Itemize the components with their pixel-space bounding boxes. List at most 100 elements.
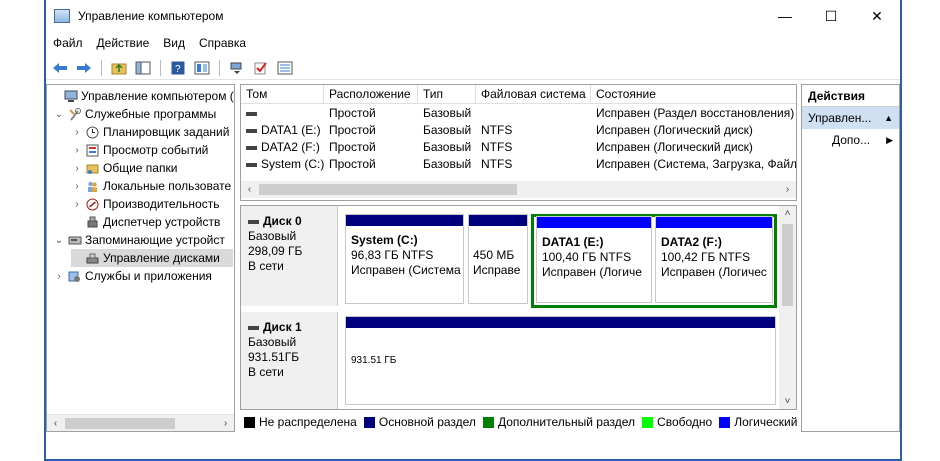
volume-icon — [246, 111, 257, 116]
show-hide-tree-icon[interactable] — [133, 59, 153, 77]
tree-item-device-manager[interactable]: Диспетчер устройств — [71, 213, 220, 231]
tree-item-services-apps[interactable]: › Службы и приложения — [53, 267, 212, 285]
svg-text:?: ? — [175, 64, 181, 75]
tree-item-event-viewer[interactable]: › Просмотр событий — [71, 141, 208, 159]
partition-title: System (C:) — [351, 233, 418, 247]
actions-disk-management[interactable]: Управлен... ▲ — [802, 107, 899, 129]
layout-cell: Простой — [329, 157, 376, 171]
disk-icon — [248, 325, 259, 330]
tree-expander[interactable]: › — [71, 163, 83, 174]
partition-size: 100,40 ГБ NTFS — [542, 250, 632, 264]
partition-system-c[interactable]: System (C:) 96,83 ГБ NTFS Исправен (Сист… — [345, 214, 464, 304]
tree-expander[interactable]: › — [71, 145, 83, 156]
legend-item-unallocated: Не распределена — [244, 415, 357, 429]
column-layout[interactable]: Расположение — [324, 85, 418, 104]
collapse-up-icon[interactable]: ▲ — [884, 107, 893, 129]
tree-expander[interactable]: › — [71, 127, 83, 138]
column-status[interactable]: Состояние — [591, 85, 796, 104]
device-manager-icon — [85, 215, 100, 229]
legend-label: Свободно — [657, 415, 713, 429]
toolbar: ? — [46, 56, 900, 80]
disk-name: Диск 1 — [248, 320, 337, 335]
scroll-left-icon[interactable]: ‹ — [47, 418, 64, 429]
actions-more-actions[interactable]: Допо... ▶ — [802, 129, 899, 151]
menu-file[interactable]: Файл — [46, 36, 90, 50]
menu-view[interactable]: Вид — [156, 36, 192, 50]
properties-icon[interactable] — [192, 59, 212, 77]
scroll-thumb[interactable] — [782, 224, 793, 306]
partition-text: System (C:) 96,83 ГБ NTFS Исправен (Сист… — [351, 233, 461, 278]
partition-disk1[interactable]: 931.51 ГБ — [345, 316, 776, 405]
partition-status: Исправен (Логиче — [542, 265, 642, 279]
tree-item-disk-management[interactable]: Управление дисками — [71, 249, 233, 267]
status-cell: Исправен (Логический диск) — [596, 123, 753, 137]
tree-item-system-tools[interactable]: ⌄ Служебные программы — [53, 105, 216, 123]
tree-item-performance[interactable]: › Производительность — [71, 195, 219, 213]
table-row[interactable]: System (C:) Простой Базовый NTFS Исправе… — [241, 156, 796, 173]
volume-name-cell: DATA1 (E:) — [241, 122, 324, 139]
column-type[interactable]: Тип — [418, 85, 476, 104]
partition-recovery[interactable]: 450 МБ Исправе — [468, 214, 528, 304]
legend-swatch — [363, 416, 375, 428]
help-icon[interactable]: ? — [168, 59, 188, 77]
table-row[interactable]: DATA2 (F:) Простой Базовый NTFS Исправен… — [241, 139, 796, 156]
check-icon[interactable] — [251, 59, 271, 77]
tree-expander[interactable]: › — [53, 271, 65, 282]
fs-cell: NTFS — [481, 157, 513, 171]
minimize-button[interactable]: — — [762, 0, 808, 32]
scroll-down-icon[interactable]: ˅ — [779, 396, 796, 407]
layout-cell: Простой — [329, 140, 376, 154]
tree-item-computer-management[interactable]: Управление компьютером (л — [49, 87, 234, 105]
computer-management-window: Управление компьютером — ☐ ✕ Файл Действ… — [44, 0, 902, 461]
disk-map-vertical-scrollbar[interactable]: ˄ ˅ — [779, 206, 796, 409]
forward-arrow-icon[interactable] — [74, 59, 94, 77]
scroll-up-icon[interactable]: ˄ — [779, 208, 796, 219]
scroll-thumb[interactable] — [65, 418, 175, 429]
menu-action[interactable]: Действие — [90, 36, 157, 50]
list-icon[interactable] — [275, 59, 295, 77]
column-volume[interactable]: Том — [241, 85, 324, 104]
tree-horizontal-scrollbar[interactable]: ‹ › — [47, 414, 234, 431]
type-cell: Базовый — [423, 157, 472, 171]
table-row[interactable]: DATA1 (E:) Простой Базовый NTFS Исправен… — [241, 122, 796, 139]
volume-name: DATA1 (E:) — [261, 123, 321, 137]
maximize-button[interactable]: ☐ — [808, 0, 854, 32]
table-row[interactable]: Простой Базовый Исправен (Раздел восстан… — [241, 105, 796, 122]
menu-help[interactable]: Справка — [192, 36, 253, 50]
close-button[interactable]: ✕ — [854, 0, 900, 32]
partition-text: DATA1 (E:) 100,40 ГБ NTFS Исправен (Логи… — [542, 235, 642, 280]
scroll-thumb[interactable] — [259, 184, 517, 195]
tree-item-task-scheduler[interactable]: › Планировщик заданий — [71, 123, 229, 141]
partition-data2-f[interactable]: DATA2 (F:) 100,42 ГБ NTFS Исправен (Логи… — [655, 216, 773, 303]
scroll-left-icon[interactable]: ‹ — [241, 181, 258, 198]
partition-data1-e[interactable]: DATA1 (E:) 100,40 ГБ NTFS Исправен (Логи… — [536, 216, 652, 303]
tree-label: Планировщик заданий — [103, 125, 230, 139]
fs-cell: NTFS — [481, 123, 513, 137]
window-controls: — ☐ ✕ — [762, 0, 900, 32]
legend-item-primary: Основной раздел — [363, 415, 476, 429]
storage-icon — [67, 233, 82, 247]
status-cell: Исправен (Раздел восстановления) — [596, 106, 795, 120]
tree-expander[interactable]: ⌄ — [53, 109, 65, 120]
disk-state: В сети — [248, 365, 284, 379]
tree-item-shared-folders[interactable]: › Общие папки — [71, 159, 177, 177]
connect-icon[interactable] — [227, 59, 247, 77]
disk-0-info[interactable]: Диск 0 Базовый 298,09 ГБ В сети — [241, 206, 338, 306]
partition-status: Исправе — [473, 263, 521, 277]
layout-cell: Простой — [329, 123, 376, 137]
column-filesystem[interactable]: Файловая система — [476, 85, 591, 104]
tree-expander[interactable]: › — [71, 181, 83, 192]
tree-expander[interactable]: › — [71, 199, 83, 210]
scroll-right-icon[interactable]: › — [779, 181, 796, 198]
volume-horizontal-scrollbar[interactable]: ‹ › — [241, 181, 796, 198]
scroll-right-icon[interactable]: › — [217, 418, 234, 429]
tree-item-local-users[interactable]: › Локальные пользовате — [71, 177, 231, 195]
back-arrow-icon[interactable] — [50, 59, 70, 77]
partition-text: DATA2 (F:) 100,42 ГБ NTFS Исправен (Логи… — [661, 235, 767, 280]
tree-expander[interactable]: ⌄ — [53, 235, 65, 246]
up-folder-icon[interactable] — [109, 59, 129, 77]
tree-label: Служебные программы — [85, 107, 217, 121]
volume-list: Том Расположение Тип Файловая система Со… — [240, 84, 797, 201]
tree-item-storage[interactable]: ⌄ Запоминающие устройст — [53, 231, 225, 249]
disk-1-info[interactable]: Диск 1 Базовый 931.51ГБ В сети — [241, 312, 338, 409]
